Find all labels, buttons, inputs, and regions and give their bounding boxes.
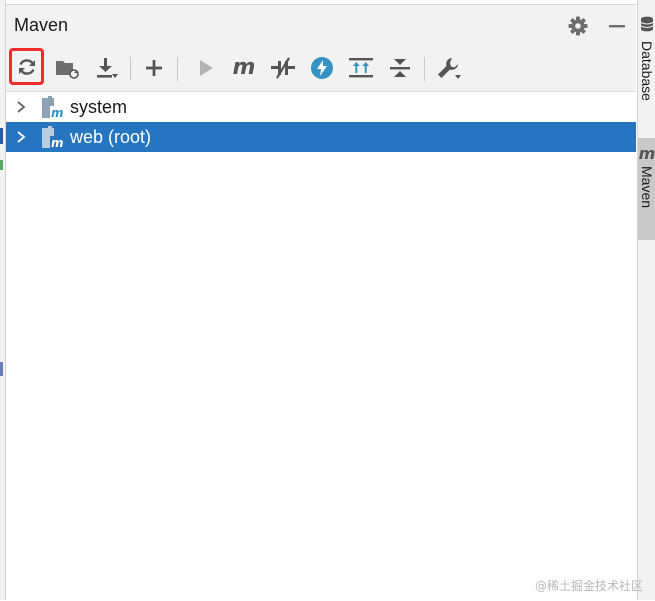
side-tab-maven[interactable]: m Maven — [638, 138, 655, 240]
run-icon — [195, 58, 215, 78]
svg-text:m: m — [51, 136, 64, 149]
skip-tests-button[interactable] — [307, 53, 337, 83]
show-dependencies-button[interactable] — [346, 53, 376, 83]
dependencies-icon — [348, 56, 374, 80]
maven-m-icon: m — [638, 144, 655, 163]
maven-projects-tree: m system m web (root) — [6, 92, 636, 152]
collapse-all-button[interactable] — [385, 53, 415, 83]
lightning-icon — [310, 56, 334, 80]
tool-window-header: Maven — [6, 5, 636, 45]
toolbar-separator — [424, 57, 425, 81]
maven-m-icon: m — [232, 55, 256, 80]
tree-item-label: system — [70, 96, 128, 117]
chevron-right-icon[interactable] — [6, 100, 36, 114]
right-tool-window-bar: Database m Maven — [637, 0, 655, 600]
plus-icon — [144, 58, 164, 78]
side-tab-label: Database — [639, 41, 655, 101]
download-sources-button[interactable] — [91, 53, 121, 83]
tree-item-web-root[interactable]: m web (root) — [6, 122, 636, 152]
toggle-offline-mode-button[interactable] — [268, 53, 298, 83]
gutter-marker — [0, 160, 3, 170]
panel-title: Maven — [14, 15, 69, 35]
reload-all-maven-projects-button[interactable] — [9, 48, 44, 85]
minimize-icon[interactable] — [606, 15, 628, 37]
run-maven-build-button[interactable] — [190, 53, 220, 83]
tree-item-system[interactable]: m system — [6, 92, 636, 122]
side-tab-database[interactable]: Database — [638, 10, 655, 122]
wrench-icon — [436, 56, 462, 80]
offline-icon — [270, 57, 296, 79]
chevron-right-icon[interactable] — [6, 130, 36, 144]
gutter-marker — [0, 128, 3, 144]
toolbar-separator — [130, 57, 131, 81]
add-maven-project-button[interactable] — [139, 53, 169, 83]
maven-module-icon: m — [40, 95, 64, 120]
watermark: @稀土掘金技术社区 — [534, 579, 643, 593]
collapse-icon — [388, 56, 412, 80]
side-tab-label: Maven — [639, 166, 655, 209]
generate-sources-button[interactable] — [52, 53, 82, 83]
gutter-marker — [0, 362, 3, 376]
maven-tool-window: Maven m m system m web (root) — [6, 4, 636, 601]
folder-refresh-icon — [54, 56, 80, 80]
refresh-icon — [16, 56, 38, 78]
database-icon — [640, 16, 654, 37]
maven-toolbar: m — [6, 45, 636, 92]
maven-settings-button[interactable] — [434, 53, 464, 83]
gear-icon[interactable] — [567, 15, 589, 37]
svg-text:m: m — [51, 106, 64, 119]
toolbar-separator — [177, 57, 178, 81]
tree-item-label: web (root) — [70, 126, 152, 147]
maven-module-icon: m — [40, 125, 64, 150]
download-icon — [93, 56, 119, 80]
execute-maven-goal-button[interactable]: m — [229, 53, 259, 83]
